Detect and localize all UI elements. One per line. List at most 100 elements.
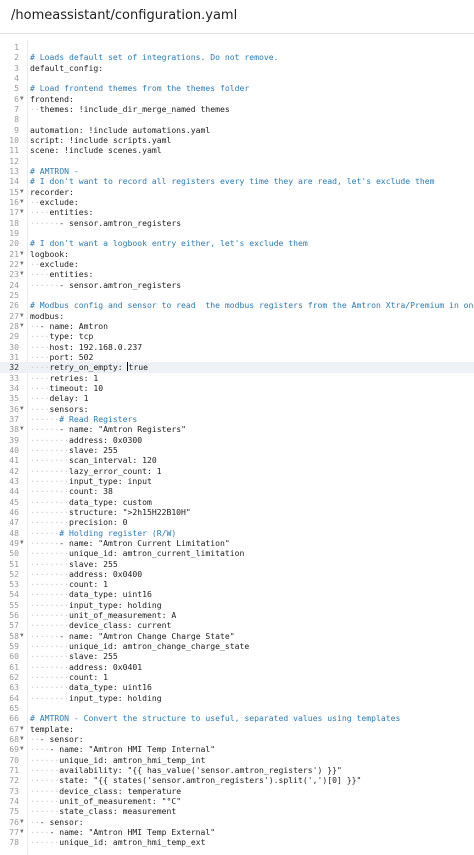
fold-arrow-icon[interactable]: ▼ <box>20 724 24 734</box>
code-line[interactable]: 70 ······unique_id: amtron_hmi_temp_int <box>0 755 474 765</box>
yaml-text: retry_on_empty: <box>49 362 128 373</box>
code-line[interactable]: 28 ▼ ··- name: Amtron <box>0 321 474 331</box>
code-line[interactable]: 45 ········data_type: custom <box>0 497 474 507</box>
code-line[interactable]: 58 ▼ ······- name: "Amtron Change Charge S… <box>0 631 474 641</box>
code-line[interactable]: 61 ········address: 0x0401 <box>0 662 474 672</box>
code-line[interactable]: 50 ········unique_id: amtron_current_limi… <box>0 548 474 558</box>
code-line[interactable]: 63 ········data_type: uint16 <box>0 682 474 692</box>
fold-arrow-icon[interactable]: ▼ <box>20 249 24 259</box>
code-line[interactable]: 1 <box>0 42 474 52</box>
code-line[interactable]: 29 ····type: tcp <box>0 331 474 341</box>
code-editor[interactable]: 1 2 # Loads default set of integrations. D… <box>0 40 474 855</box>
code-line[interactable]: 55 ········input_type: holding <box>0 600 474 610</box>
code-line[interactable]: 12 <box>0 156 474 166</box>
code-line[interactable]: 35 ····delay: 1 <box>0 393 474 403</box>
code-line[interactable]: 52 ········address: 0x0400 <box>0 569 474 579</box>
code-line[interactable]: 68 ▼ ··- sensor: <box>0 734 474 744</box>
fold-arrow-icon[interactable]: ▼ <box>20 321 24 331</box>
code-line[interactable]: 32 ····retry_on_empty: true <box>0 362 474 373</box>
code-line[interactable]: 48 ······# Holding register (R/W) <box>0 528 474 538</box>
code-line[interactable]: 24 ······- sensor.amtron_registers <box>0 280 474 290</box>
code-line[interactable]: 73 ······device_class: temperature <box>0 786 474 796</box>
code-line[interactable]: 56 ········unit_of_measurement: A <box>0 610 474 620</box>
code-line[interactable]: 59 ········unique_id: amtron_change_charg… <box>0 641 474 651</box>
code-line[interactable]: 40 ········slave: 255 <box>0 445 474 455</box>
code-line[interactable]: 27 ▼ modbus: <box>0 311 474 321</box>
code-line[interactable]: 26 # Modbus config and sensor to read the… <box>0 300 474 310</box>
fold-arrow-icon[interactable]: ▼ <box>20 207 24 217</box>
fold-arrow-icon[interactable]: ▼ <box>20 827 24 837</box>
code-line[interactable]: 46 ········structure: ">2h15H22B10H" <box>0 507 474 517</box>
code-line[interactable]: 75 ······state_class: measurement <box>0 806 474 816</box>
code-line[interactable]: 2 # Loads default set of integrations. Do… <box>0 52 474 62</box>
code-line[interactable]: 62 ········count: 1 <box>0 672 474 682</box>
code-line[interactable]: 44 ········count: 38 <box>0 486 474 496</box>
fold-arrow-icon[interactable]: ▼ <box>20 538 24 548</box>
code-line[interactable]: 6 ▼ frontend: <box>0 94 474 104</box>
fold-arrow-icon[interactable]: ▼ <box>20 311 24 321</box>
code-line[interactable]: 36 ▼ ····sensors: <box>0 404 474 414</box>
code-line[interactable]: 60 ········slave: 255 <box>0 651 474 661</box>
code-line[interactable]: 9 automation: !include automations.yaml <box>0 125 474 135</box>
code-line[interactable]: 20 # I don't want a logbook entry either,… <box>0 238 474 248</box>
code-line[interactable]: 72 ······state: "{{ states('sensor.amtron… <box>0 775 474 785</box>
code-line[interactable]: 7 ··themes: !include_dir_merge_named them… <box>0 104 474 114</box>
code-line[interactable]: 37 ······# Read Registers <box>0 414 474 424</box>
code-line[interactable]: 33 ····retries: 1 <box>0 373 474 383</box>
fold-arrow-icon[interactable]: ▼ <box>20 404 24 414</box>
indent-guide: ······ <box>30 765 60 776</box>
fold-arrow-icon[interactable]: ▼ <box>20 744 24 754</box>
fold-arrow-icon[interactable]: ▼ <box>20 94 24 104</box>
code-line[interactable]: 8 <box>0 114 474 124</box>
fold-arrow-icon[interactable]: ▼ <box>20 259 24 269</box>
code-line[interactable]: 69 ▼ ····- name: "Amtron HMI Temp Internal… <box>0 744 474 754</box>
code-line[interactable]: 76 ▼ ··- sensor: <box>0 817 474 827</box>
code-line[interactable]: 21 ▼ logbook: <box>0 249 474 259</box>
code-line[interactable]: 3 default_config: <box>0 63 474 73</box>
code-line[interactable]: 64 ········input_type: holding <box>0 693 474 703</box>
code-line[interactable]: 47 ········precision: 0 <box>0 517 474 527</box>
code-line[interactable]: 65 <box>0 703 474 713</box>
yaml-text: - name: "Amtron HMI Temp Internal" <box>49 744 216 755</box>
code-line[interactable]: 74 ······unit_of_measurement: "°C" <box>0 796 474 806</box>
code-line[interactable]: 51 ········slave: 255 <box>0 559 474 569</box>
code-line[interactable]: 34 ····timeout: 10 <box>0 383 474 393</box>
code-line[interactable]: 49 ▼ ······- name: "Amtron Current Limitat… <box>0 538 474 548</box>
code-line[interactable]: 22 ▼ ··exclude: <box>0 259 474 269</box>
fold-arrow-icon[interactable]: ▼ <box>20 269 24 279</box>
code-line[interactable]: 42 ········lazy_error_count: 1 <box>0 466 474 476</box>
code-line[interactable]: 67 ▼ template: <box>0 724 474 734</box>
code-line[interactable]: 25 <box>0 290 474 300</box>
code-line[interactable]: 77 ▼ ····- name: "Amtron HMI Temp External… <box>0 827 474 837</box>
code-line[interactable]: 54 ········data_type: uint16 <box>0 589 474 599</box>
fold-arrow-icon[interactable]: ▼ <box>20 424 24 434</box>
fold-arrow-icon[interactable]: ▼ <box>20 631 24 641</box>
code-line[interactable]: 15 ▼ recorder: <box>0 187 474 197</box>
fold-arrow-icon[interactable]: ▼ <box>20 817 24 827</box>
code-line[interactable]: 41 ········scan_interval: 120 <box>0 455 474 465</box>
code-line[interactable]: 4 <box>0 73 474 83</box>
code-line[interactable]: 11 scene: !include scenes.yaml <box>0 145 474 155</box>
fold-arrow-icon[interactable]: ▼ <box>20 197 24 207</box>
code-line[interactable]: 14 # I don't want to record all registers… <box>0 176 474 186</box>
code-line[interactable]: 66 # AMTRON - Convert the structure to us… <box>0 713 474 723</box>
code-line[interactable]: 13 # AMTRON - <box>0 166 474 176</box>
code-line[interactable]: 23 ▼ ····entities: <box>0 269 474 279</box>
code-line[interactable]: 17 ▼ ····entities: <box>0 207 474 217</box>
code-line[interactable]: 53 ········count: 1 <box>0 579 474 589</box>
code-line[interactable]: 18 ······- sensor.amtron_registers <box>0 218 474 228</box>
code-line[interactable]: 30 ····host: 192.168.0.237 <box>0 342 474 352</box>
code-line[interactable]: 5 # Load frontend themes from the themes … <box>0 83 474 93</box>
code-line[interactable]: 38 ▼ ······- name: "Amtron Registers" <box>0 424 474 434</box>
code-line[interactable]: 57 ········device_class: current <box>0 620 474 630</box>
code-line[interactable]: 71 ······availability: "{{ has_value('sen… <box>0 765 474 775</box>
code-line[interactable]: 43 ········input_type: input <box>0 476 474 486</box>
code-line[interactable]: 39 ········address: 0x0300 <box>0 435 474 445</box>
fold-arrow-icon[interactable]: ▼ <box>20 187 24 197</box>
code-line[interactable]: 16 ▼ ··exclude: <box>0 197 474 207</box>
code-line[interactable]: 31 ····port: 502 <box>0 352 474 362</box>
fold-arrow-icon[interactable]: ▼ <box>20 734 24 744</box>
code-line[interactable]: 78 ······unique_id: amtron_hmi_temp_ext <box>0 837 474 847</box>
code-line[interactable]: 19 <box>0 228 474 238</box>
code-line[interactable]: 10 script: !include scripts.yaml <box>0 135 474 145</box>
